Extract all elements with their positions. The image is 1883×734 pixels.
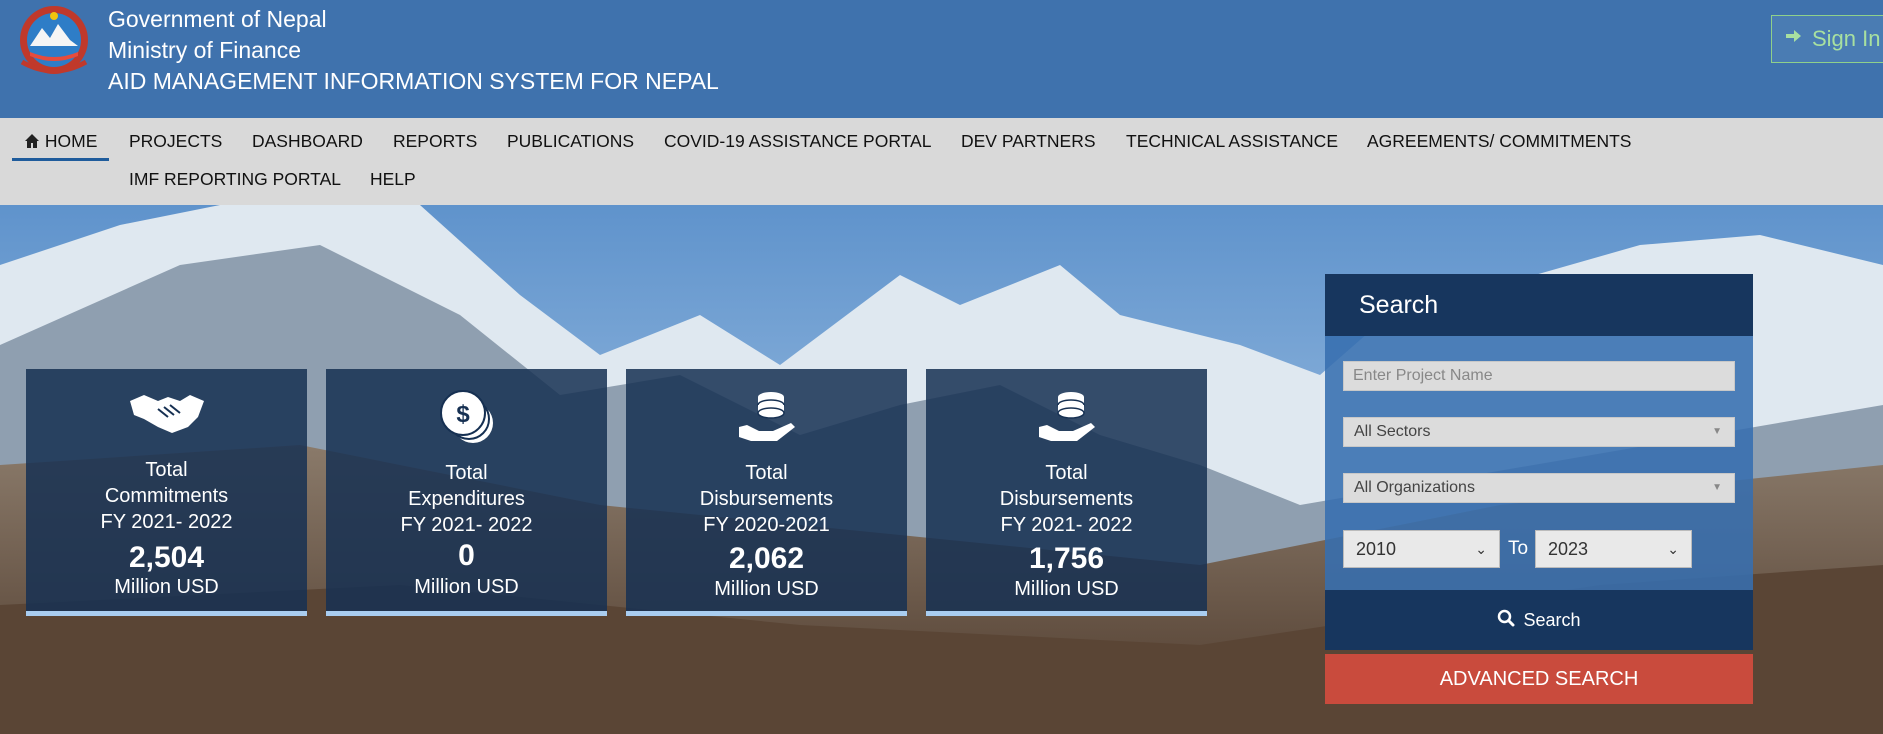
search-button[interactable]: Search xyxy=(1325,590,1753,650)
from-year-select[interactable]: 2010 ⌄ xyxy=(1343,530,1500,568)
card-label-line1: Total xyxy=(145,459,188,481)
nav-item-reports[interactable]: REPORTS xyxy=(393,126,477,156)
site-header: Government of Nepal Ministry of Finance … xyxy=(0,0,1883,118)
nav-item-dashboard[interactable]: DASHBOARD xyxy=(252,126,363,156)
to-year-value: 2023 xyxy=(1548,539,1589,559)
card-label-line3: FY 2021- 2022 xyxy=(100,511,233,533)
nepal-emblem-icon[interactable] xyxy=(12,2,96,78)
nav-item-help[interactable]: HELP xyxy=(370,164,416,194)
sector-select-value: All Sectors xyxy=(1354,423,1431,440)
sign-in-button[interactable]: Sign In xyxy=(1771,15,1883,63)
sign-in-icon xyxy=(1784,26,1804,52)
nav-item-technical-assistance[interactable]: TECHNICAL ASSISTANCE xyxy=(1126,126,1338,156)
ministry-title: Ministry of Finance xyxy=(108,37,302,63)
nav-item-publications[interactable]: PUBLICATIONS xyxy=(507,126,634,156)
coins-icon: $ xyxy=(326,387,607,449)
stat-card-disbursements-2020[interactable]: Total Disbursements FY 2020-2021 2,062 M… xyxy=(626,369,907,616)
search-panel-title: Search xyxy=(1325,274,1753,336)
to-label: To xyxy=(1508,538,1529,559)
card-value: 1,756 xyxy=(1028,542,1105,575)
sign-in-label: Sign In xyxy=(1812,26,1881,51)
to-year-select[interactable]: 2023 ⌄ xyxy=(1535,530,1692,568)
card-label-line3: FY 2020-2021 xyxy=(703,514,830,536)
home-icon xyxy=(24,128,40,158)
nav-item-covid-portal[interactable]: COVID-19 ASSISTANCE PORTAL xyxy=(664,126,931,156)
card-value: 0 xyxy=(458,539,475,572)
nav-item-label: HOME xyxy=(44,131,98,151)
advanced-search-button[interactable]: ADVANCED SEARCH xyxy=(1325,654,1753,704)
nav-item-imf-portal[interactable]: IMF REPORTING PORTAL xyxy=(129,164,341,194)
chevron-down-icon: ⌄ xyxy=(1667,541,1679,557)
card-label-line2: Commitments xyxy=(104,485,229,507)
sector-select[interactable]: All Sectors ▼ xyxy=(1343,417,1735,447)
card-label-line2: Disbursements xyxy=(699,488,834,510)
card-label-line1: Total xyxy=(745,462,788,484)
from-year-value: 2010 xyxy=(1356,539,1397,559)
chevron-down-icon: ⌄ xyxy=(1475,541,1487,557)
nav-item-dev-partners[interactable]: DEV PARTNERS xyxy=(961,126,1096,156)
svg-text:$: $ xyxy=(456,401,470,428)
search-icon xyxy=(1497,609,1515,632)
nav-item-projects[interactable]: PROJECTS xyxy=(129,126,222,156)
hand-coins-icon xyxy=(626,387,907,449)
organization-select[interactable]: All Organizations ▼ xyxy=(1343,473,1735,503)
card-value: 2,062 xyxy=(728,542,805,575)
main-nav: HOME PROJECTS DASHBOARD REPORTS PUBLICAT… xyxy=(0,118,1883,205)
nav-item-agreements[interactable]: AGREEMENTS/ COMMITMENTS xyxy=(1367,126,1631,156)
nav-item-home[interactable]: HOME xyxy=(12,126,110,161)
organization-select-value: All Organizations xyxy=(1354,479,1475,496)
handshake-icon xyxy=(26,387,307,449)
card-label-line3: FY 2021- 2022 xyxy=(400,514,533,536)
dropdown-arrow-icon: ▼ xyxy=(1712,426,1722,437)
card-label-line3: FY 2021- 2022 xyxy=(1000,514,1133,536)
stat-card-expenditures[interactable]: $ Total Expenditures FY 2021- 2022 0 Mil… xyxy=(326,369,607,616)
search-panel: Search All Sectors ▼ All Organizations ▼… xyxy=(1325,274,1753,704)
card-value: 2,504 xyxy=(128,541,205,574)
card-label-line2: Expenditures xyxy=(408,488,525,510)
government-title: Government of Nepal xyxy=(108,6,327,32)
card-unit: Million USD xyxy=(114,576,219,598)
search-button-label: Search xyxy=(1523,609,1581,630)
card-unit: Million USD xyxy=(714,578,819,600)
stat-card-commitments[interactable]: Total Commitments FY 2021- 2022 2,504 Mi… xyxy=(26,369,307,616)
card-unit: Million USD xyxy=(414,576,519,598)
card-label-line1: Total xyxy=(1045,462,1088,484)
hand-coins-icon xyxy=(926,387,1207,449)
system-title: AID MANAGEMENT INFORMATION SYSTEM FOR NE… xyxy=(108,68,719,94)
stat-card-disbursements-2021[interactable]: Total Disbursements FY 2021- 2022 1,756 … xyxy=(926,369,1207,616)
card-label-line1: Total xyxy=(445,462,488,484)
dropdown-arrow-icon: ▼ xyxy=(1712,482,1722,493)
project-name-input[interactable] xyxy=(1343,361,1735,391)
card-label-line2: Disbursements xyxy=(999,488,1134,510)
card-unit: Million USD xyxy=(1014,578,1119,600)
